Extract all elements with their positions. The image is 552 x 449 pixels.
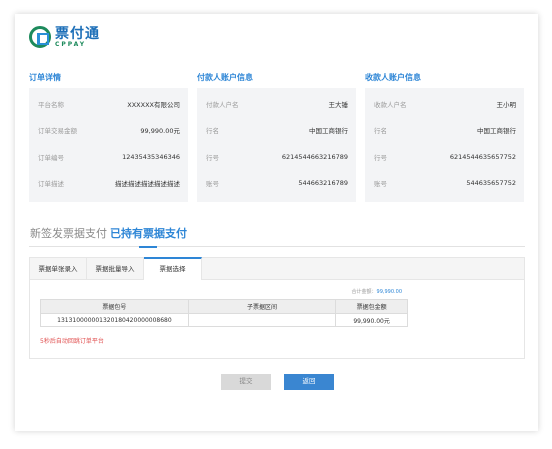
payee-row-bank-code: 行号 6214544635657752 <box>374 153 516 162</box>
order-details-panel: 平台名称 XXXXXX有限公司 订单交易金额 99,990.00元 订单编号 1… <box>29 88 188 202</box>
order-row-number: 订单编号 12435435346346 <box>38 153 180 162</box>
logo-name-en: CPPAY <box>55 40 87 48</box>
payer-row-bank-name: 行名 中国工商银行 <box>206 127 348 135</box>
tab-existing-bill-payment[interactable]: 已持有票据支付 <box>110 225 187 241</box>
col-sub-bill-range: 子票据区间 <box>187 299 337 314</box>
subtab-batch-import[interactable]: 票据批量导入 <box>87 258 144 280</box>
payee-row-account: 账号 544635657752 <box>374 179 516 188</box>
back-button[interactable]: 返回 <box>284 374 334 390</box>
total-amount: 合计金额：99,990.00 <box>351 289 402 295</box>
subtab-single-entry[interactable]: 票据单张录入 <box>30 258 87 280</box>
subtab-bill-selection[interactable]: 票据选择 <box>144 257 202 280</box>
payer-row-bank-code: 行号 6214544663216789 <box>206 153 348 162</box>
payer-info-title: 付款人账户信息 <box>197 73 253 82</box>
table-row[interactable]: 131310000001320180420000008680 99,990.00… <box>40 313 408 327</box>
redirect-hint: 5秒后自动回跳订单平台 <box>40 338 104 345</box>
col-bill-package-no: 票据包号 <box>40 299 189 314</box>
logo-name-cn: 票付通 <box>55 25 100 42</box>
col-package-amount: 票据包金额 <box>335 299 408 314</box>
logo: 票付通 CPPAY <box>29 26 100 48</box>
order-row-description: 订单描述 描述描述描述描述描述 <box>38 180 180 188</box>
main-card: 票付通 CPPAY 订单详情 平台名称 XXXXXX有限公司 订单交易金额 99… <box>15 14 538 431</box>
tab-new-bill-payment[interactable]: 新签发票据支付 <box>30 225 107 241</box>
cell-package-amount: 99,990.00元 <box>335 313 408 327</box>
payee-row-bank-name: 行名 中国工商银行 <box>374 127 516 135</box>
bill-entry-panel: 票据单张录入 票据批量导入 票据选择 合计金额：99,990.00 票据包号 子… <box>29 257 525 359</box>
bill-entry-subtabs: 票据单张录入 票据批量导入 票据选择 <box>30 257 524 280</box>
payer-row-name: 付款人户名 王大锤 <box>206 101 348 109</box>
order-details-title: 订单详情 <box>29 73 61 82</box>
payee-info-panel: 收款人户名 王小明 行名 中国工商银行 行号 6214544635657752 … <box>365 88 524 202</box>
cell-bill-package-no: 131310000001320180420000008680 <box>40 313 189 327</box>
cell-sub-bill-range <box>187 313 337 327</box>
order-row-amount: 订单交易金额 99,990.00元 <box>38 127 180 135</box>
order-row-platform: 平台名称 XXXXXX有限公司 <box>38 101 180 109</box>
submit-button[interactable]: 提交 <box>221 374 271 390</box>
payment-type-tabs: 新签发票据支付 已持有票据支付 <box>29 221 525 248</box>
payee-row-name: 收款人户名 王小明 <box>374 101 516 109</box>
bill-table: 票据包号 子票据区间 票据包金额 13131000000132018042000… <box>40 299 408 327</box>
payer-info-panel: 付款人户名 王大锤 行名 中国工商银行 行号 6214544663216789 … <box>197 88 356 202</box>
payer-row-account: 账号 544663216789 <box>206 179 348 188</box>
logo-mark-icon <box>29 26 51 48</box>
payee-info-title: 收款人账户信息 <box>365 73 421 82</box>
active-tab-indicator <box>139 246 157 248</box>
